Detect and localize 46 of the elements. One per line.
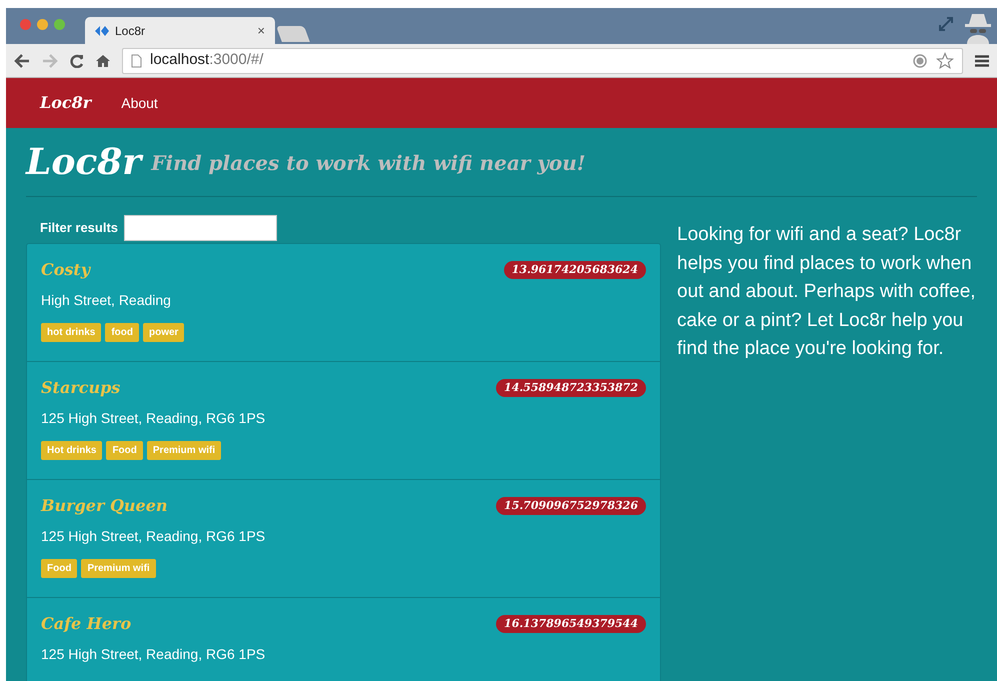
facility-tag: power <box>143 323 184 342</box>
distance-badge: 16.137896549379544 <box>496 614 646 634</box>
new-tab-button[interactable] <box>276 26 310 42</box>
location-card[interactable]: Costy 13.96174205683624 High Street, Reading hot drinks food power <box>27 244 660 362</box>
filter-field[interactable] <box>124 215 278 241</box>
expand-arrows-icon[interactable] <box>939 17 953 31</box>
facility-tag: food <box>105 323 139 342</box>
browser-tab[interactable]: Loc8r × <box>85 17 275 44</box>
url-text: localhost:3000/#/ <box>150 50 264 70</box>
location-address: 125 High Street, Reading, RG6 1PS <box>41 409 266 428</box>
tagline: Find places to work with wifi near you! <box>151 150 586 177</box>
reload-icon[interactable] <box>70 54 84 68</box>
forward-arrow-icon[interactable] <box>42 54 58 68</box>
location-target-icon[interactable] <box>912 52 928 68</box>
distance-badge: 14.558948723353872 <box>496 378 646 398</box>
back-arrow-icon[interactable] <box>14 54 30 68</box>
diamond-arrow-icon <box>95 26 111 36</box>
facility-tag: Premium wifi <box>146 441 222 460</box>
facility-tag: Premium wifi <box>81 559 156 578</box>
facility-tag: Food <box>41 559 78 578</box>
location-address: 125 High Street, Reading, RG6 1PS <box>41 645 266 664</box>
maximize-window-icon[interactable] <box>54 19 65 30</box>
facility-tag: hot drinks <box>41 323 102 342</box>
menu-icon[interactable] <box>975 54 989 66</box>
distance-badge: 13.96174205683624 <box>504 260 646 280</box>
location-address: High Street, Reading <box>41 291 172 310</box>
home-icon[interactable] <box>96 54 110 68</box>
location-card[interactable]: Starcups 14.558948723353872 125 High Street, Reading, RG6 1PS Hot drinks Food Premium wifi <box>27 362 660 480</box>
minimize-window-icon[interactable] <box>37 19 48 30</box>
distance-badge: 15.709096752978326 <box>496 496 646 516</box>
navbar-brand[interactable]: Loc8r <box>40 91 92 115</box>
tab-close-button[interactable]: × <box>257 20 265 40</box>
filter-label: Filter results <box>40 219 118 238</box>
facility-tag: Hot drinks <box>41 441 102 460</box>
tab-title: Loc8r <box>115 22 146 40</box>
location-card[interactable]: Cafe Hero 16.137896549379544 125 High Street, Reading, RG6 1PS <box>27 598 660 681</box>
nav-link[interactable]: About <box>121 92 158 114</box>
spy-hat-icon <box>963 12 993 44</box>
facility-tag: Food <box>106 441 143 460</box>
location-address: 125 High Street, Reading, RG6 1PS <box>41 527 266 546</box>
star-icon[interactable] <box>936 52 954 70</box>
sidebar-text: Looking for wifi and a seat? Loc8r helps you find places to work when out and about. Perhaps with coffee, cake or a pint? Let Loc8r help you find the place you're looking for. <box>677 223 977 361</box>
location-card[interactable]: Burger Queen 15.709096752978326 125 High Street, Reading, RG6 1PS Food Premium wifi <box>27 480 660 598</box>
page-title: Loc8r <box>26 142 142 182</box>
page-icon <box>131 54 142 68</box>
address-bar[interactable]: localhost:3000/#/ <box>122 48 963 74</box>
